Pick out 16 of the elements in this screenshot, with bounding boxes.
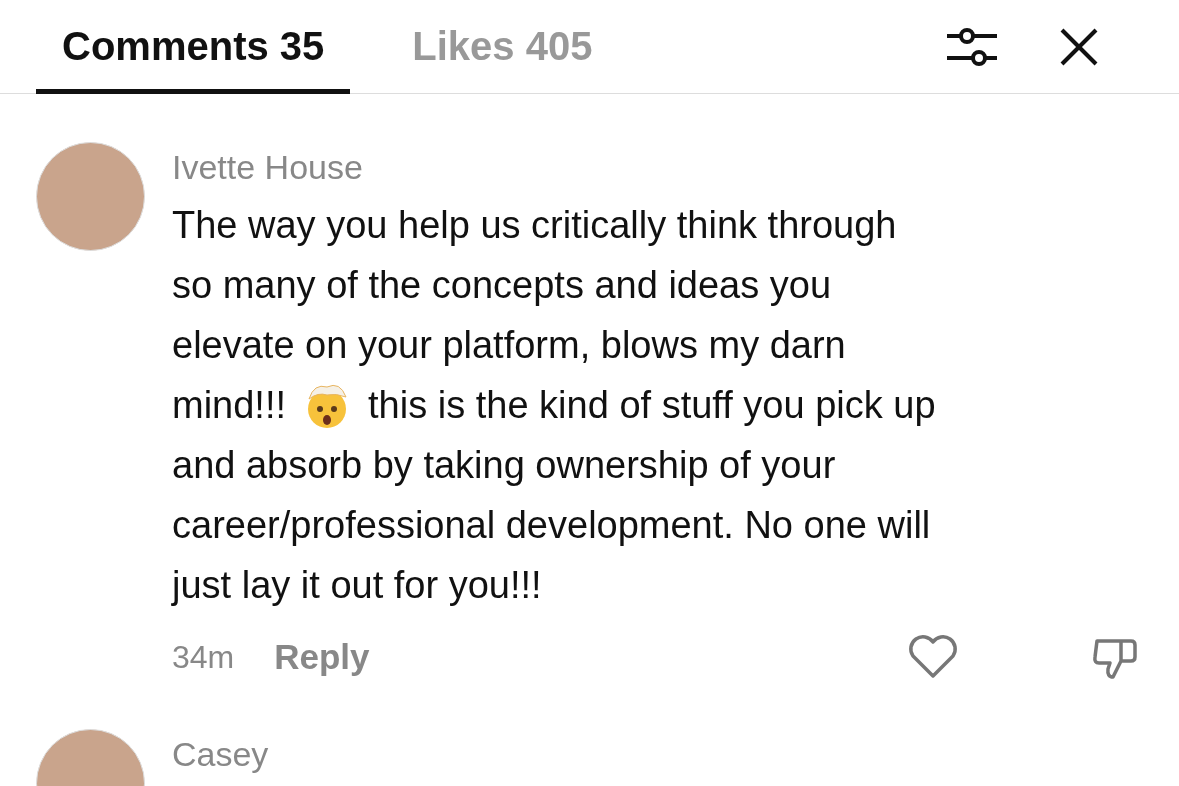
comment-text-line: The way you help us critically think through — [172, 203, 897, 248]
heart-icon[interactable] — [907, 634, 959, 680]
close-icon[interactable] — [1059, 26, 1099, 67]
tab[interactable]: Comments 35 — [36, 0, 351, 94]
comment-text-line: this is the kind of stuff you pick up — [368, 383, 936, 428]
comment-text-line: mind!!! — [172, 383, 287, 428]
reply-button[interactable]: Reply — [274, 637, 370, 677]
commenter-name[interactable]: Ivette House — [172, 148, 1139, 187]
commenter-name[interactable]: Casey — [172, 735, 1139, 774]
comment-text-line: just lay it out for you!!! — [172, 563, 542, 608]
tab[interactable]: Likes 405 — [386, 0, 619, 94]
comment-text-line: elevate on your platform, blows my darn — [172, 323, 846, 368]
comment-text-line: and absorb by taking ownership of your — [172, 443, 836, 488]
timestamp: 34m — [172, 638, 235, 676]
comment-text-line: so many of the concepts and ideas you — [172, 263, 832, 308]
comment-text-line: career/professional development. No one will — [172, 503, 931, 548]
